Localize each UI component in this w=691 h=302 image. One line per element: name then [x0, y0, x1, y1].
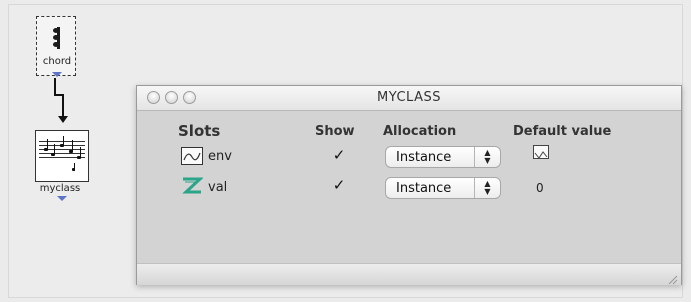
allocation-select-val[interactable]: Instance ▲ ▼ [385, 177, 501, 199]
chord-box-label: chord [42, 56, 72, 67]
integer-z-icon [181, 177, 204, 195]
allocation-select-env[interactable]: Instance ▲ ▼ [385, 146, 501, 168]
stepper-arrows-icon: ▲ ▼ [474, 147, 500, 167]
show-checkbox-val[interactable]: ✓ [332, 178, 346, 193]
allocation-value-env: Instance [396, 150, 452, 165]
window-title: MYCLASS [377, 90, 441, 105]
default-value-val[interactable]: 0 [536, 181, 544, 195]
slot-name-env[interactable]: env [208, 149, 232, 164]
stepper-arrows-icon: ▲ ▼ [474, 178, 500, 198]
myclass-box-label: myclass [39, 183, 81, 194]
slots-panel: Slots Show Allocation Default value env … [137, 111, 681, 263]
bpf-curve-icon [181, 147, 203, 165]
myclass-box[interactable] [35, 130, 89, 182]
window-status-bar [137, 263, 681, 285]
allocation-header: Allocation [383, 124, 457, 139]
window-titlebar[interactable]: MYCLASS [137, 86, 681, 111]
myclass-outlet-icon[interactable] [57, 196, 67, 201]
allocation-value-val: Instance [396, 181, 452, 196]
class-editor-window: MYCLASS Slots Show Allocation Default va… [136, 85, 682, 285]
show-checkbox-env[interactable]: ✓ [332, 148, 346, 163]
show-header: Show [315, 124, 355, 139]
connection-line-segment-2 [62, 94, 64, 118]
chord-outlet-icon[interactable] [52, 72, 62, 77]
connection-arrow-icon [58, 116, 68, 123]
default-value-header: Default value [513, 124, 612, 139]
slot-name-val[interactable]: val [208, 180, 227, 195]
chord-box[interactable]: chord [36, 16, 76, 76]
resize-grip-icon[interactable] [666, 270, 678, 285]
bpf-thumbnail-icon[interactable] [533, 145, 549, 159]
slots-header: Slots [178, 122, 221, 140]
